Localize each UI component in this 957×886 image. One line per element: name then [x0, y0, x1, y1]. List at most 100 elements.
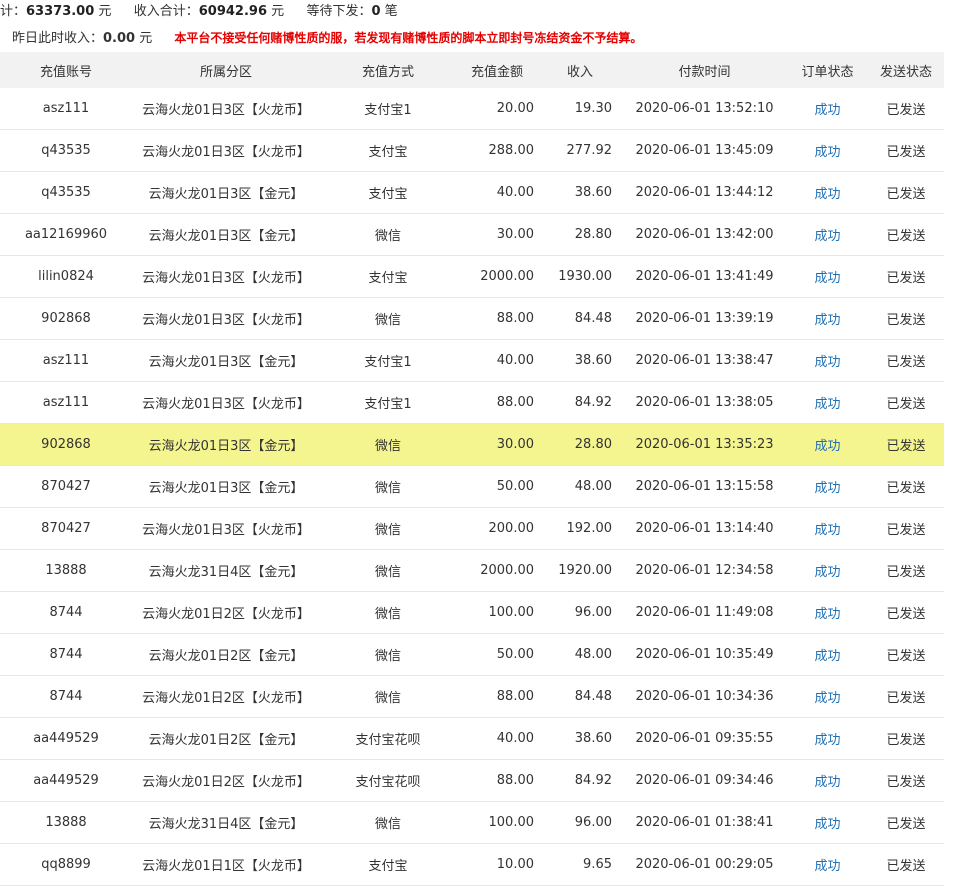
- amount-cell: 10.00: [456, 843, 538, 886]
- table-row: aa449529 云海火龙01日2区【金元】 支付宝花呗 40.00 38.60 2020…: [0, 717, 944, 760]
- income-cell: 84.48: [538, 675, 622, 718]
- yesterday-value: 0.00: [103, 31, 136, 46]
- income-cell: 38.60: [538, 717, 622, 760]
- table-row: lilin0824 云海火龙01日3区【火龙币】 支付宝 2000.00 1930.00…: [0, 255, 944, 298]
- method-cell: 微信: [320, 549, 456, 592]
- zone-cell: 云海火龙01日3区【火龙币】: [132, 297, 320, 340]
- method-cell: 微信: [320, 423, 456, 466]
- order-status-cell: 成功: [787, 381, 868, 424]
- order-status-cell: 成功: [787, 213, 868, 256]
- order-status-link[interactable]: 成功: [814, 649, 840, 664]
- table-row: 13888 云海火龙31日4区【金元】 微信 100.00 96.00 2020-06-0…: [0, 801, 944, 844]
- order-status-link[interactable]: 成功: [814, 859, 840, 874]
- method-cell: 微信: [320, 591, 456, 634]
- col-amount: 充值金额: [456, 52, 538, 88]
- order-status-cell: 成功: [787, 633, 868, 676]
- pay-time-cell: 2020-06-01 09:35:55: [622, 717, 787, 760]
- table-row: asz111 云海火龙01日3区【金元】 支付宝1 40.00 38.60 2020-06…: [0, 339, 944, 382]
- amount-cell: 200.00: [456, 507, 538, 550]
- order-status-link[interactable]: 成功: [814, 229, 840, 244]
- send-status-cell: 已发送: [868, 339, 944, 382]
- method-cell: 支付宝花呗: [320, 759, 456, 802]
- order-status-link[interactable]: 成功: [814, 733, 840, 748]
- order-status-link[interactable]: 成功: [814, 397, 840, 412]
- order-status-link[interactable]: 成功: [814, 607, 840, 622]
- amount-cell: 40.00: [456, 171, 538, 214]
- zone-cell: 云海火龙01日2区【金元】: [132, 717, 320, 760]
- table-row: 13888 云海火龙31日4区【金元】 微信 2000.00 1920.00 2020-0…: [0, 549, 944, 592]
- order-status-cell: 成功: [787, 843, 868, 886]
- method-cell: 微信: [320, 801, 456, 844]
- yesterday-label: 昨日此时收入：: [12, 31, 104, 46]
- income-cell: 277.92: [538, 129, 622, 172]
- income-value: 60942.96: [198, 4, 267, 19]
- zone-cell: 云海火龙01日2区【火龙币】: [132, 759, 320, 802]
- method-cell: 支付宝花呗: [320, 717, 456, 760]
- send-status-cell: 已发送: [868, 549, 944, 592]
- account-cell: q43535: [0, 129, 132, 172]
- order-status-link[interactable]: 成功: [814, 691, 840, 706]
- send-status-cell: 已发送: [868, 801, 944, 844]
- total-label: 计：: [0, 4, 27, 19]
- account-cell: 870427: [0, 507, 132, 550]
- summary-totals: 计：63373.00 元 收入合计：60942.96 元 等待下发：0 笔: [0, 3, 398, 21]
- account-cell: aa449529: [0, 759, 132, 802]
- order-status-cell: 成功: [787, 717, 868, 760]
- order-status-link[interactable]: 成功: [814, 355, 840, 370]
- method-cell: 微信: [320, 297, 456, 340]
- income-cell: 192.00: [538, 507, 622, 550]
- send-status-cell: 已发送: [868, 675, 944, 718]
- send-status-cell: 已发送: [868, 171, 944, 214]
- amount-cell: 30.00: [456, 423, 538, 466]
- order-status-link[interactable]: 成功: [814, 481, 840, 496]
- order-status-cell: 成功: [787, 255, 868, 298]
- order-status-link[interactable]: 成功: [814, 313, 840, 328]
- table-row: aa12169960 云海火龙01日3区【金元】 微信 30.00 28.80 2020-…: [0, 213, 944, 256]
- order-status-link[interactable]: 成功: [814, 187, 840, 202]
- order-status-link[interactable]: 成功: [814, 817, 840, 832]
- zone-cell: 云海火龙31日4区【金元】: [132, 801, 320, 844]
- account-cell: 870427: [0, 465, 132, 508]
- pay-time-cell: 2020-06-01 13:39:19: [622, 297, 787, 340]
- account-cell: qq8899: [0, 843, 132, 886]
- order-status-link[interactable]: 成功: [814, 523, 840, 538]
- zone-cell: 云海火龙01日2区【火龙币】: [132, 675, 320, 718]
- order-status-link[interactable]: 成功: [814, 775, 840, 790]
- order-status-cell: 成功: [787, 171, 868, 214]
- zone-cell: 云海火龙01日3区【金元】: [132, 423, 320, 466]
- pay-time-cell: 2020-06-01 09:34:46: [622, 759, 787, 802]
- method-cell: 支付宝1: [320, 339, 456, 382]
- amount-cell: 288.00: [456, 129, 538, 172]
- summary-yesterday: 昨日此时收入：0.00 元 本平台不接受任何赌博性质的服，若发现有赌博性质的脚本…: [12, 29, 642, 47]
- account-cell: q43535: [0, 171, 132, 214]
- table-row: aa449529 云海火龙01日2区【火龙币】 支付宝花呗 88.00 84.92 202…: [0, 759, 944, 802]
- income-cell: 38.60: [538, 171, 622, 214]
- pay-time-cell: 2020-06-01 13:14:40: [622, 507, 787, 550]
- table-row: qq8899 云海火龙01日1区【火龙币】 支付宝 10.00 9.65 2020-06-…: [0, 843, 944, 886]
- order-status-link[interactable]: 成功: [814, 103, 840, 118]
- col-account: 充值账号: [0, 52, 132, 88]
- income-cell: 96.00: [538, 801, 622, 844]
- amount-cell: 40.00: [456, 339, 538, 382]
- method-cell: 支付宝: [320, 171, 456, 214]
- income-cell: 84.92: [538, 759, 622, 802]
- zone-cell: 云海火龙01日3区【火龙币】: [132, 129, 320, 172]
- pay-time-cell: 2020-06-01 12:34:58: [622, 549, 787, 592]
- account-cell: asz111: [0, 381, 132, 424]
- order-status-link[interactable]: 成功: [814, 271, 840, 286]
- order-status-link[interactable]: 成功: [814, 565, 840, 580]
- pay-time-cell: 2020-06-01 10:35:49: [622, 633, 787, 676]
- income-cell: 48.00: [538, 633, 622, 676]
- zone-cell: 云海火龙01日1区【火龙币】: [132, 843, 320, 886]
- summary-bar: 计：63373.00 元 收入合计：60942.96 元 等待下发：0 笔 昨日…: [0, 0, 957, 52]
- send-status-cell: 已发送: [868, 88, 944, 130]
- send-status-cell: 已发送: [868, 213, 944, 256]
- order-status-cell: 成功: [787, 339, 868, 382]
- account-cell: 13888: [0, 549, 132, 592]
- order-status-link[interactable]: 成功: [814, 145, 840, 160]
- account-cell: asz111: [0, 88, 132, 130]
- table-row: 8744 云海火龙01日2区【金元】 微信 50.00 48.00 2020-06-01 …: [0, 633, 944, 676]
- order-status-link[interactable]: 成功: [814, 439, 840, 454]
- pay-time-cell: 2020-06-01 10:34:36: [622, 675, 787, 718]
- order-status-cell: 成功: [787, 801, 868, 844]
